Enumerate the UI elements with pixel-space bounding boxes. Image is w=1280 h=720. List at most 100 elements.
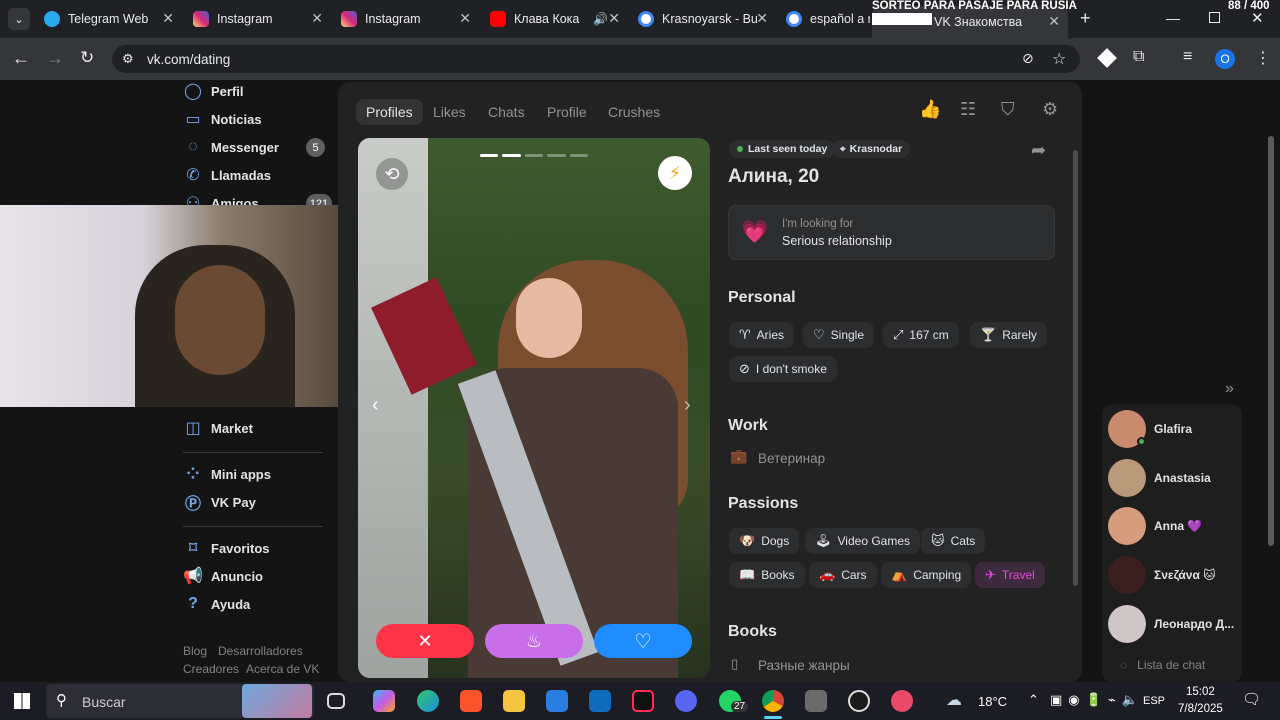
footer-link-creadores[interactable]: Creadores xyxy=(183,662,239,676)
sidebar-item-favoritos[interactable]: ⌑ Favoritos xyxy=(183,536,270,560)
extensions-puzzle-icon[interactable]: ⧉ xyxy=(1133,48,1144,66)
calculator-icon[interactable] xyxy=(805,690,827,712)
avatar xyxy=(1108,556,1146,594)
windows-start-icon[interactable] xyxy=(14,693,30,709)
sidebar-item-market[interactable]: ◫ Market xyxy=(183,416,252,440)
file-explorer-icon[interactable] xyxy=(503,690,525,712)
shield-icon[interactable]: ⛉ xyxy=(1001,99,1015,120)
clock-time[interactable]: 15:02 xyxy=(1186,686,1215,698)
task-view-icon[interactable] xyxy=(327,693,345,709)
close-tab-icon[interactable]: ✕ xyxy=(162,10,174,27)
chat-item-snezana[interactable]: Σνεζάνα 🐱 xyxy=(1108,556,1216,594)
discord-icon[interactable] xyxy=(675,690,697,712)
tab-likes[interactable]: Likes xyxy=(433,99,466,125)
chat-item-glafira[interactable]: Glafira xyxy=(1108,410,1192,448)
edge-icon[interactable] xyxy=(417,690,439,712)
share-icon[interactable]: ➦ xyxy=(1031,140,1046,161)
copilot-icon[interactable] xyxy=(373,690,395,712)
sidebar-item-perfil[interactable]: ◯ Perfil xyxy=(183,80,243,103)
media-controls-icon[interactable]: ≡ xyxy=(1183,48,1192,66)
like-button[interactable]: ♡ xyxy=(594,624,692,658)
tab-instagram-1[interactable]: Instagram ✕ xyxy=(193,6,331,32)
tab-crushes[interactable]: Crushes xyxy=(608,99,660,125)
site-settings-icon[interactable]: ⚙ xyxy=(122,51,134,67)
sidebar-item-mini-apps[interactable]: ⁘ Mini apps xyxy=(183,462,271,486)
chat-item-anastasia[interactable]: Anastasia xyxy=(1108,459,1211,497)
sidebar-item-ayuda[interactable]: ? Ayuda xyxy=(183,592,250,616)
tab-telegram[interactable]: Telegram Web ✕ xyxy=(44,6,182,32)
chat-list-link[interactable]: ◌ Lista de chat xyxy=(1120,658,1205,672)
weather-temp[interactable]: 18°C xyxy=(978,694,1007,709)
tiktok-icon[interactable] xyxy=(632,690,654,712)
address-bar[interactable]: ⚙ vk.com/dating ⊘ ☆ xyxy=(112,45,1080,73)
tab-google-krasnoyarsk[interactable]: Krasnoyarsk - Bu ✕ xyxy=(638,6,776,32)
close-tab-icon[interactable]: ✕ xyxy=(756,10,768,27)
profile-photo[interactable]: ⟲ ⚡ ‹ › ✕ ♨ ♡ xyxy=(358,138,710,678)
footer-link-desarrolladores[interactable]: Desarrolladores xyxy=(218,644,303,658)
tracking-off-icon[interactable]: ⊘ xyxy=(1022,50,1034,67)
taskbar-search[interactable]: ⚲ Buscar xyxy=(46,684,314,718)
url-text[interactable]: vk.com/dating xyxy=(147,52,230,67)
tray-chevron-icon[interactable]: ⌃ xyxy=(1028,692,1039,708)
brave-icon[interactable] xyxy=(460,690,482,712)
next-photo-icon[interactable]: › xyxy=(684,394,691,417)
footer-link-blog[interactable]: Blog xyxy=(183,644,207,658)
close-tab-icon[interactable]: ✕ xyxy=(459,10,471,27)
expand-chats-icon[interactable]: » xyxy=(1225,380,1234,398)
profile-avatar[interactable]: O xyxy=(1215,49,1235,69)
chrome-icon[interactable] xyxy=(762,690,784,712)
card-scrollbar[interactable] xyxy=(1073,150,1078,586)
boost-button[interactable]: ⚡ xyxy=(658,156,692,190)
sidebar-item-messenger[interactable]: ◌ Messenger xyxy=(183,135,279,159)
browser-menu-icon[interactable]: ⋮ xyxy=(1255,48,1271,68)
sidebar-item-llamadas[interactable]: ✆ Llamadas xyxy=(183,163,271,187)
undo-button[interactable]: ⟲ xyxy=(376,158,408,190)
close-window-button[interactable]: ✕ xyxy=(1251,9,1264,27)
store-icon[interactable] xyxy=(546,690,568,712)
weather-icon[interactable]: ☁ xyxy=(946,690,962,710)
language-indicator[interactable]: ESP xyxy=(1143,695,1165,707)
tab-profile[interactable]: Profile xyxy=(547,99,587,125)
sidebar-item-anuncio[interactable]: 📢 Anuncio xyxy=(183,564,263,588)
tab-google-translate[interactable]: español a ru xyxy=(786,6,870,32)
minimize-button[interactable]: — xyxy=(1166,10,1180,26)
outlook-icon[interactable] xyxy=(589,690,611,712)
new-tab-button[interactable]: + xyxy=(1080,8,1091,29)
tab-search-button[interactable]: ⌄ xyxy=(8,8,30,30)
app-icon[interactable] xyxy=(891,690,913,712)
chrome-active-indicator xyxy=(764,716,782,719)
sidebar-item-label: Favoritos xyxy=(211,540,270,556)
back-icon[interactable]: ← xyxy=(12,48,30,69)
chat-item-leonardo[interactable]: Леонардо Д... xyxy=(1108,605,1234,643)
prev-photo-icon[interactable]: ‹ xyxy=(372,394,379,417)
tab-youtube[interactable]: Клава Кока 🔊 ✕ xyxy=(490,6,628,32)
bookmark-star-icon[interactable]: ☆ xyxy=(1052,49,1066,69)
clock-date[interactable]: 7/8/2025 xyxy=(1178,703,1223,715)
tab-instagram-2[interactable]: Instagram ✕ xyxy=(341,6,479,32)
super-like-button[interactable]: ♨ xyxy=(485,624,583,658)
close-tab-icon[interactable]: ✕ xyxy=(1048,13,1060,30)
filters-icon[interactable]: ☷ xyxy=(960,99,976,120)
obs-icon[interactable] xyxy=(848,690,870,712)
photo-person-face xyxy=(516,278,582,358)
tray-icons[interactable]: ▣◉🔋⌁🔈 xyxy=(1050,692,1144,708)
forward-icon[interactable]: → xyxy=(46,48,64,69)
restore-button[interactable] xyxy=(1209,12,1220,23)
page-scrollbar[interactable] xyxy=(1268,136,1274,546)
thumbs-up-icon[interactable]: 👍 xyxy=(919,99,941,120)
settings-gear-icon[interactable]: ⚙ xyxy=(1042,99,1058,120)
tab-chats[interactable]: Chats xyxy=(488,99,525,125)
audio-playing-icon[interactable]: 🔊 xyxy=(593,12,608,26)
dislike-button[interactable]: ✕ xyxy=(376,624,474,658)
sidebar-item-vk-pay[interactable]: Ⓟ VK Pay xyxy=(183,490,256,514)
reload-icon[interactable]: ↻ xyxy=(80,48,94,68)
sidebar-item-noticias[interactable]: ▭ Noticias xyxy=(183,107,261,131)
tab-profiles[interactable]: Profiles xyxy=(356,99,423,125)
tag-video-games: 🕹 Video Games xyxy=(805,528,921,554)
footer-link-acerca[interactable]: Acerca de VK xyxy=(246,662,319,676)
tab-title: Krasnoyarsk - Bu xyxy=(662,12,758,26)
notifications-icon[interactable]: 🗨 xyxy=(1242,690,1261,708)
close-tab-icon[interactable]: ✕ xyxy=(311,10,323,27)
close-tab-icon[interactable]: ✕ xyxy=(608,10,620,27)
chat-item-anna[interactable]: Anna 💜 xyxy=(1108,507,1202,545)
